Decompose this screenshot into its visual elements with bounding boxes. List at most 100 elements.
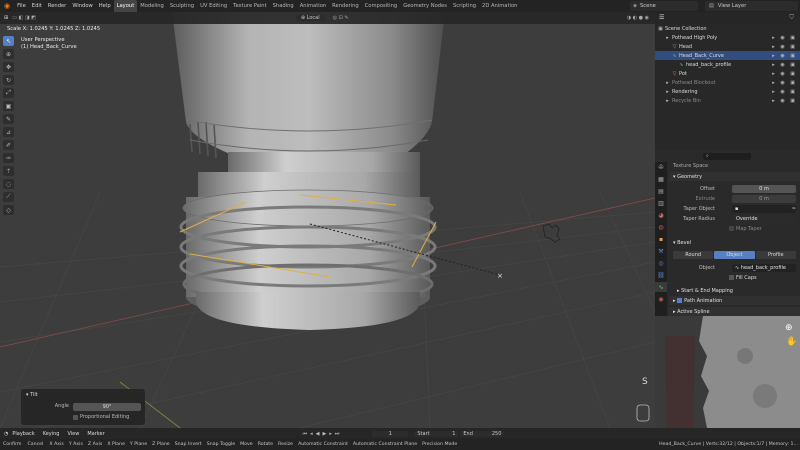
overlay-icon[interactable]: ◑ ◐ ● ◉ xyxy=(627,15,649,21)
angle-field[interactable]: 90° xyxy=(73,403,141,411)
viewport-scene[interactable]: × S xyxy=(0,12,655,428)
path-animation-checkbox[interactable] xyxy=(677,298,683,303)
timeline-menu-keying[interactable]: Keying xyxy=(43,431,60,437)
map-taper-checkbox[interactable]: Map Taper xyxy=(729,226,762,232)
outliner-row[interactable]: ▽ Pot ▸ ◉ ▣ xyxy=(655,69,800,78)
extrude-tool-icon[interactable]: ⇡ xyxy=(3,166,14,176)
menu-item-file[interactable]: File xyxy=(14,3,29,9)
properties-search[interactable]: ⌕ xyxy=(703,153,751,160)
output-tab-icon[interactable]: ▤ xyxy=(655,186,667,196)
outliner-row[interactable]: ▸ Pothead Blockout ▸ ◉ ▣ xyxy=(655,78,800,87)
tab-texture-paint[interactable]: Texture Paint xyxy=(230,0,269,12)
visibility-icons[interactable]: ▸ ◉ ▣ xyxy=(772,53,797,59)
end-frame-field[interactable]: End 250 xyxy=(460,430,505,437)
zoom-icon[interactable]: ⊕ xyxy=(785,323,793,333)
timeline-menu-marker[interactable]: Marker xyxy=(87,431,104,437)
playback-controls[interactable]: ⏮◂◀▶▸⏭ xyxy=(303,431,343,437)
curve-data-tab-icon[interactable]: ∿ xyxy=(655,282,667,292)
fill-caps-checkbox[interactable]: Fill Caps xyxy=(729,275,757,281)
tab-rendering[interactable]: Rendering xyxy=(329,0,362,12)
outliner-row[interactable]: ▸ Pothead High Poly ▸ ◉ ▣ xyxy=(655,33,800,42)
select-mode-icon[interactable]: ▭ ◧ ◨ ◩ xyxy=(12,15,36,21)
tab-compositing[interactable]: Compositing xyxy=(362,0,401,12)
bevel-panel-header[interactable]: ▾ Bevel xyxy=(669,238,800,247)
scene-selector[interactable]: ◈ Scene xyxy=(630,1,698,11)
randomize-tool-icon[interactable]: ◇ xyxy=(3,205,14,215)
draw-tool-icon[interactable]: ✐ xyxy=(3,140,14,150)
transform-orientation[interactable]: ⊕ Local xyxy=(295,15,325,21)
tab-uv-editing[interactable]: UV Editing xyxy=(197,0,230,12)
scene-tab-icon[interactable]: ◕ xyxy=(655,210,667,220)
annotate-tool-icon[interactable]: ✎ xyxy=(3,114,14,124)
tab-2d-animation[interactable]: 2D Animation xyxy=(479,0,520,12)
outliner-row[interactable]: ▣ Scene Collection xyxy=(655,24,800,33)
menu-item-help[interactable]: Help xyxy=(96,3,114,9)
geometry-panel-header[interactable]: ▾ Geometry xyxy=(669,172,800,181)
visibility-icons[interactable]: ▸ ◉ ▣ xyxy=(772,62,797,68)
active-spline-header[interactable]: ▸ Active Spline xyxy=(669,307,800,316)
outliner-row[interactable]: ▽ Head ▸ ◉ ▣ xyxy=(655,42,800,51)
bevel-mode-round[interactable]: Round xyxy=(673,251,714,259)
cursor-tool-icon[interactable]: ⊕ xyxy=(3,49,14,59)
visibility-icons[interactable]: ▸ ◉ ▣ xyxy=(772,80,797,86)
offset-field[interactable]: 0 m xyxy=(732,184,796,193)
outliner-row[interactable]: ▸ Recycle Bin ▸ ◉ ▣ xyxy=(655,96,800,105)
world-tab-icon[interactable]: ◍ xyxy=(655,222,667,232)
blender-logo-icon[interactable]: ◉ xyxy=(4,2,10,10)
timeline-menu-playback[interactable]: Playback xyxy=(12,431,34,437)
taper-object-field[interactable]: ▪ xyxy=(732,204,796,213)
eyedropper-icon[interactable]: ✑ xyxy=(792,206,796,212)
view-layer-tab-icon[interactable]: ▥ xyxy=(655,198,667,208)
outliner-editor-icon[interactable]: ☰ xyxy=(659,14,664,21)
radius-tool-icon[interactable]: ◌ xyxy=(3,179,14,189)
pan-hand-icon[interactable]: ✋ xyxy=(786,335,797,347)
tool-tab-icon[interactable]: ✇ xyxy=(655,162,667,172)
snap-icon[interactable]: ◎ ⊡ ✎ xyxy=(333,15,349,21)
tab-geometry-nodes[interactable]: Geometry Nodes xyxy=(400,0,450,12)
tab-scripting[interactable]: Scripting xyxy=(450,0,479,12)
material-tab-icon[interactable]: ◉ xyxy=(655,294,667,304)
tab-animation[interactable]: Animation xyxy=(297,0,329,12)
render-tab-icon[interactable]: ▦ xyxy=(655,174,667,184)
pen-tool-icon[interactable]: ✑ xyxy=(3,153,14,163)
taper-radius-dropdown[interactable]: Override xyxy=(732,214,796,223)
visibility-icons[interactable]: ▸ ◉ ▣ xyxy=(772,71,797,77)
3d-viewport[interactable]: × S xyxy=(0,12,655,428)
visibility-icons[interactable]: ▸ ◉ ▣ xyxy=(772,35,797,41)
select-tool-icon[interactable]: ↖ xyxy=(3,36,14,46)
start-frame-field[interactable]: Start 1 xyxy=(414,430,459,437)
tab-shading[interactable]: Shading xyxy=(270,0,297,12)
menu-item-render[interactable]: Render xyxy=(45,3,69,9)
outliner-row[interactable]: ∿ head_back_profile ▸ ◉ ▣ xyxy=(655,60,800,69)
scale-tool-icon[interactable]: ⤢ xyxy=(3,88,14,98)
view-layer-selector[interactable]: ▤ View Layer xyxy=(705,1,798,11)
tilt-panel-header[interactable]: ▾ Tilt xyxy=(21,389,145,401)
timeline-menu-view[interactable]: View xyxy=(67,431,79,437)
measure-tool-icon[interactable]: ⊿ xyxy=(3,127,14,137)
object-tab-icon[interactable]: ▪ xyxy=(655,234,667,244)
constraint-tab-icon[interactable]: ⛓ xyxy=(655,270,667,280)
tilt-tool-icon[interactable]: ⟋ xyxy=(3,192,14,202)
path-animation-header[interactable]: ▸ Path Animation xyxy=(669,296,800,305)
menu-item-window[interactable]: Window xyxy=(69,3,95,9)
bevel-object-field[interactable]: ∿ head_back_profile xyxy=(732,263,796,272)
bevel-mode-profile[interactable]: Profile xyxy=(755,251,796,259)
timeline-editor-icon[interactable]: ◔ xyxy=(4,431,8,437)
tab-modeling[interactable]: Modeling xyxy=(137,0,167,12)
outliner-row[interactable]: ∿ Head_Back_Curve ▸ ◉ ▣ xyxy=(655,51,800,60)
tab-layout[interactable]: Layout xyxy=(113,0,138,12)
start-end-mapping-header[interactable]: ▸ Start & End Mapping xyxy=(669,286,800,295)
move-tool-icon[interactable]: ✥ xyxy=(3,62,14,72)
visibility-icons[interactable]: ▸ ◉ ▣ xyxy=(772,89,797,95)
menu-item-edit[interactable]: Edit xyxy=(29,3,45,9)
visibility-icons[interactable]: ▸ ◉ ▣ xyxy=(772,44,797,50)
extrude-field[interactable]: 0 m xyxy=(732,194,796,203)
visibility-icons[interactable]: ▸ ◉ ▣ xyxy=(772,98,797,104)
editor-type-icon[interactable]: ⊞ xyxy=(4,15,8,21)
tab-sculpting[interactable]: Sculpting xyxy=(167,0,197,12)
transform-tool-icon[interactable]: ▣ xyxy=(3,101,14,111)
physics-tab-icon[interactable]: ◎ xyxy=(655,258,667,268)
bevel-mode-object[interactable]: Object xyxy=(714,251,755,259)
modifier-tab-icon[interactable]: ⚒ xyxy=(655,246,667,256)
outliner-row[interactable]: ▸ Rendering ▸ ◉ ▣ xyxy=(655,87,800,96)
